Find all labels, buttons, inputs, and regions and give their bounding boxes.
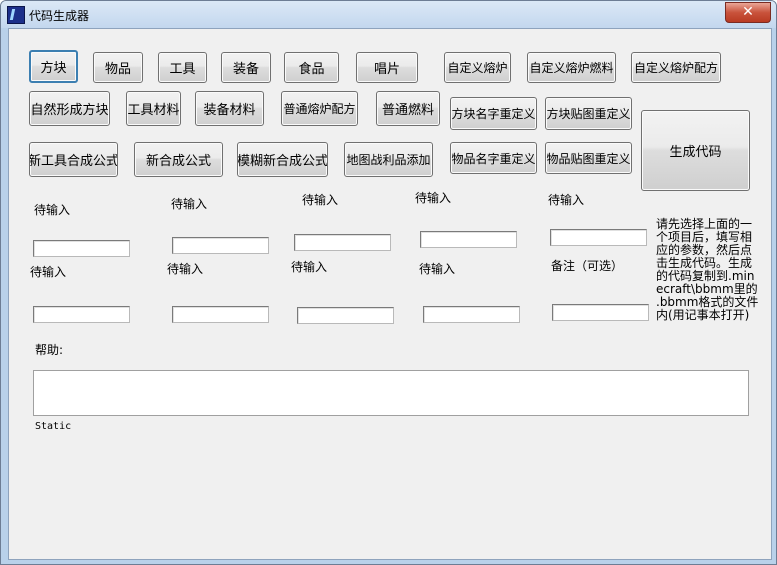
param-label-5: 待输入 bbox=[548, 193, 585, 207]
block-texture-button[interactable]: 方块贴图重定义 bbox=[545, 97, 632, 130]
static-label: Static bbox=[35, 421, 72, 432]
item-texture-button[interactable]: 物品贴图重定义 bbox=[545, 142, 632, 174]
param-label-9: 待输入 bbox=[419, 262, 456, 276]
armor-material-button[interactable]: 装备材料 bbox=[195, 91, 264, 126]
help-label: 帮助: bbox=[35, 343, 64, 357]
block-rename-button[interactable]: 方块名字重定义 bbox=[450, 97, 537, 130]
param-input-4[interactable] bbox=[420, 231, 517, 248]
param-input-1[interactable] bbox=[33, 240, 130, 257]
param-label-1: 待输入 bbox=[34, 203, 71, 217]
param-input-6[interactable] bbox=[33, 306, 130, 323]
tool-material-button[interactable]: 工具材料 bbox=[126, 91, 181, 126]
app-window: 代码生成器 ✕ 方块 物品 工具 装备 食品 唱片 自定义熔炉 自定义熔炉燃料 … bbox=[0, 0, 777, 565]
title-bar[interactable]: 代码生成器 ✕ bbox=[1, 1, 776, 28]
furnace-recipe-button[interactable]: 普通熔炉配方 bbox=[281, 91, 358, 126]
natural-block-button[interactable]: 自然形成方块 bbox=[29, 91, 110, 126]
instructions-text: 请先选择上面的一个项目后，填写相应的参数，然后点击生成代码。生成的代码复制到.m… bbox=[656, 217, 759, 322]
param-input-8[interactable] bbox=[297, 307, 394, 324]
help-textbox[interactable] bbox=[33, 370, 749, 416]
shapeless-recipe-button[interactable]: 模糊新合成公式 bbox=[237, 142, 328, 177]
client-area: 方块 物品 工具 装备 食品 唱片 自定义熔炉 自定义熔炉燃料 自定义熔炉配方 … bbox=[8, 28, 772, 560]
app-icon bbox=[7, 6, 25, 24]
custom-furnace-button[interactable]: 自定义熔炉 bbox=[444, 52, 511, 83]
custom-furnace-recipe-button[interactable]: 自定义熔炉配方 bbox=[631, 52, 721, 83]
block-button[interactable]: 方块 bbox=[29, 50, 78, 83]
param-input-3[interactable] bbox=[294, 234, 391, 251]
param-label-4: 待输入 bbox=[415, 191, 452, 205]
param-label-8: 待输入 bbox=[291, 260, 328, 274]
param-label-7: 待输入 bbox=[167, 262, 204, 276]
note-input[interactable] bbox=[552, 304, 649, 321]
close-button[interactable]: ✕ bbox=[725, 2, 771, 23]
custom-furnace-fuel-button[interactable]: 自定义熔炉燃料 bbox=[527, 52, 616, 83]
item-button[interactable]: 物品 bbox=[93, 52, 143, 83]
window-title: 代码生成器 bbox=[29, 9, 90, 23]
armor-button[interactable]: 装备 bbox=[221, 52, 271, 83]
record-button[interactable]: 唱片 bbox=[356, 52, 418, 83]
loot-add-button[interactable]: 地图战利品添加 bbox=[344, 142, 433, 177]
param-input-2[interactable] bbox=[172, 237, 269, 254]
new-tool-recipe-button[interactable]: 新工具合成公式 bbox=[29, 142, 118, 177]
note-label: 备注（可选） bbox=[551, 259, 624, 273]
fuel-button[interactable]: 普通燃料 bbox=[376, 91, 440, 126]
new-recipe-button[interactable]: 新合成公式 bbox=[134, 142, 223, 177]
item-rename-button[interactable]: 物品名字重定义 bbox=[450, 142, 537, 174]
generate-code-button[interactable]: 生成代码 bbox=[641, 110, 750, 191]
food-button[interactable]: 食品 bbox=[284, 52, 339, 83]
param-input-5[interactable] bbox=[550, 229, 647, 246]
tool-button[interactable]: 工具 bbox=[158, 52, 207, 83]
param-label-3: 待输入 bbox=[302, 193, 339, 207]
param-input-7[interactable] bbox=[172, 306, 269, 323]
param-input-9[interactable] bbox=[423, 306, 520, 323]
param-label-2: 待输入 bbox=[171, 197, 208, 211]
param-label-6: 待输入 bbox=[30, 265, 67, 279]
